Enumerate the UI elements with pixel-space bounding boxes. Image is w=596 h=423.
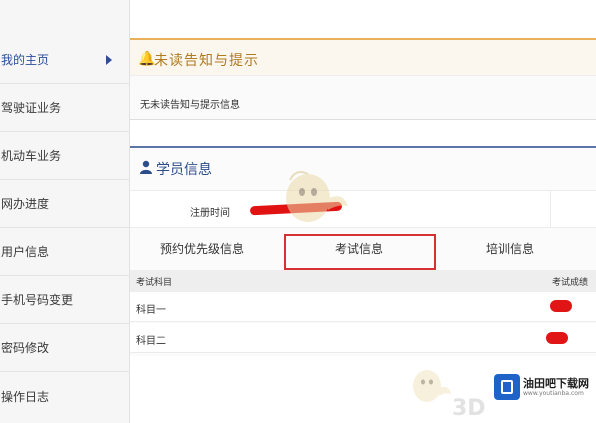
registration-cell-end	[550, 191, 596, 227]
sidebar-item-label: 密码修改	[1, 341, 50, 355]
user-icon	[140, 160, 152, 174]
sidebar-item-phone-change[interactable]: 手机号码变更	[0, 276, 130, 324]
subject-cell: 科目二	[136, 336, 166, 347]
redaction-mark	[550, 300, 572, 312]
brand-watermark: 油田吧下载网 www.youtianba.com	[492, 372, 594, 402]
table-row: 科目一	[130, 292, 596, 322]
sidebar-item-label: 我的主页	[1, 53, 50, 67]
tab-training[interactable]: 培训信息	[486, 240, 534, 257]
brand-logo-icon	[494, 374, 520, 400]
table-row: 科目二	[130, 323, 596, 353]
brand-url: www.youtianba.com	[523, 390, 584, 397]
sidebar-item-label: 驾驶证业务	[1, 101, 62, 115]
sidebar-item-user-info[interactable]: 用户信息	[0, 228, 130, 276]
sidebar-item-label: 用户信息	[1, 245, 50, 259]
sidebar-item-label: 手机号码变更	[1, 293, 74, 307]
subject-cell: 科目一	[136, 305, 166, 316]
sidebar-item-vehicle[interactable]: 机动车业务	[0, 132, 130, 180]
sidebar-item-label: 网办进度	[1, 197, 50, 211]
brand-logo-inner	[501, 380, 513, 394]
student-tabs: 预约优先级信息 考试信息 培训信息	[130, 234, 596, 270]
bell-icon: 🔔	[138, 51, 156, 67]
top-strip	[130, 0, 596, 36]
chevron-right-icon	[106, 54, 112, 65]
sidebar-item-password[interactable]: 密码修改	[0, 324, 130, 372]
sidebar-item-label: 操作日志	[1, 389, 50, 404]
column-header-score: 考试成绩	[552, 278, 589, 288]
notice-message: 无未读告知与提示信息	[140, 100, 240, 111]
column-header-subject: 考试科目	[136, 278, 173, 288]
notice-title: 未读告知与提示	[154, 53, 259, 69]
exam-table-header: 考试科目 考试成绩	[130, 270, 596, 292]
mascot-watermark-small	[413, 370, 451, 402]
section-gap	[130, 121, 596, 145]
redaction-mark	[546, 332, 568, 344]
sidebar-item-home[interactable]: 我的主页	[0, 36, 130, 84]
registration-row: 注册时间	[130, 190, 596, 228]
mascot-watermark	[286, 171, 348, 222]
tab-priority[interactable]: 预约优先级信息	[160, 240, 244, 257]
sidebar-item-log[interactable]: 操作日志	[0, 372, 130, 420]
student-title: 学员信息	[156, 162, 212, 178]
student-panel: 学员信息 注册时间 预约优先级信息 考试信息 培训信息 考试科目 考试成绩 科目…	[130, 146, 596, 356]
notice-header: 🔔 未读告知与提示	[130, 40, 596, 76]
sidebar-item-license[interactable]: 驾驶证业务	[0, 84, 130, 132]
sidebar-item-progress[interactable]: 网办进度	[0, 180, 130, 228]
notice-panel: 🔔 未读告知与提示 无未读告知与提示信息	[130, 38, 596, 120]
registration-label: 注册时间	[190, 208, 230, 219]
sidebar-item-label: 机动车业务	[1, 149, 62, 163]
student-header: 学员信息	[130, 148, 596, 186]
brand-name: 油田吧下载网	[523, 377, 589, 390]
sidebar: 我的主页 驾驶证业务 机动车业务 网办进度 用户信息 手机号码变更 密码修改 操…	[0, 0, 130, 423]
watermark-3d-text: 3D	[452, 396, 486, 421]
